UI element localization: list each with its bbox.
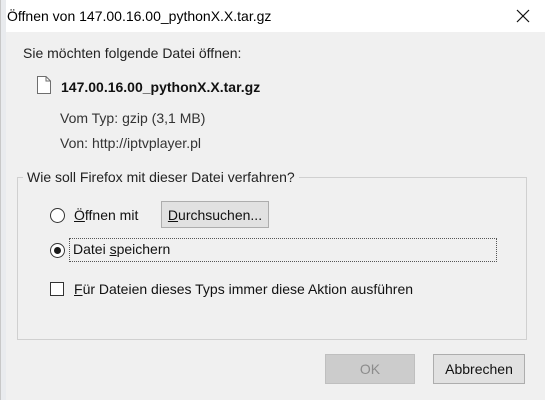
save-file-label[interactable]: Datei speichern: [69, 238, 497, 262]
action-group-legend: Wie soll Firefox mit dieser Datei verfah…: [23, 169, 299, 185]
browse-accel: D: [167, 206, 179, 223]
always-text: ür Dateien dieses Typs immer diese Aktio…: [82, 281, 414, 297]
file-source-row: Von: http://iptvplayer.pl: [60, 135, 201, 151]
open-with-label[interactable]: Öffnen mit: [74, 207, 138, 223]
open-with-text: ffnen mit: [84, 207, 139, 223]
file-source-label: Von:: [60, 135, 89, 151]
ok-button[interactable]: OK: [325, 354, 415, 384]
window-title: Öffnen von 147.00.16.00_pythonX.X.tar.gz: [7, 8, 272, 24]
file-type-label: Vom Typ:: [60, 110, 119, 126]
always-action-checkbox[interactable]: [50, 282, 64, 296]
file-type-value: gzip (3,1 MB): [122, 110, 206, 126]
file-name: 147.00.16.00_pythonX.X.tar.gz: [61, 79, 261, 95]
file-source-value: http://iptvplayer.pl: [92, 135, 201, 151]
title-bar: Öffnen von 147.00.16.00_pythonX.X.tar.gz: [1, 0, 545, 32]
cancel-button[interactable]: Abbrechen: [433, 354, 525, 384]
save-text-pre: Datei: [73, 241, 110, 257]
browse-text: urchsuchen...: [178, 206, 263, 223]
browse-button[interactable]: Durchsuchen...: [161, 201, 269, 228]
open-prompt: Sie möchten folgende Datei öffnen:: [23, 45, 242, 61]
always-accel: F: [74, 281, 83, 297]
open-with-accel: Ö: [74, 207, 85, 223]
close-button[interactable]: [506, 0, 540, 32]
always-action-label[interactable]: Für Dateien dieses Typs immer diese Akti…: [74, 281, 413, 297]
window-edge: [1, 0, 6, 400]
save-accel: s: [109, 241, 117, 257]
file-icon: [37, 76, 51, 94]
file-type-row: Vom Typ: gzip (3,1 MB): [60, 110, 205, 126]
open-with-radio[interactable]: [50, 208, 65, 223]
save-text-post: peichern: [116, 241, 171, 257]
save-file-radio[interactable]: [50, 243, 65, 258]
close-icon: [516, 9, 530, 23]
download-dialog: Öffnen von 147.00.16.00_pythonX.X.tar.gz…: [0, 0, 545, 400]
